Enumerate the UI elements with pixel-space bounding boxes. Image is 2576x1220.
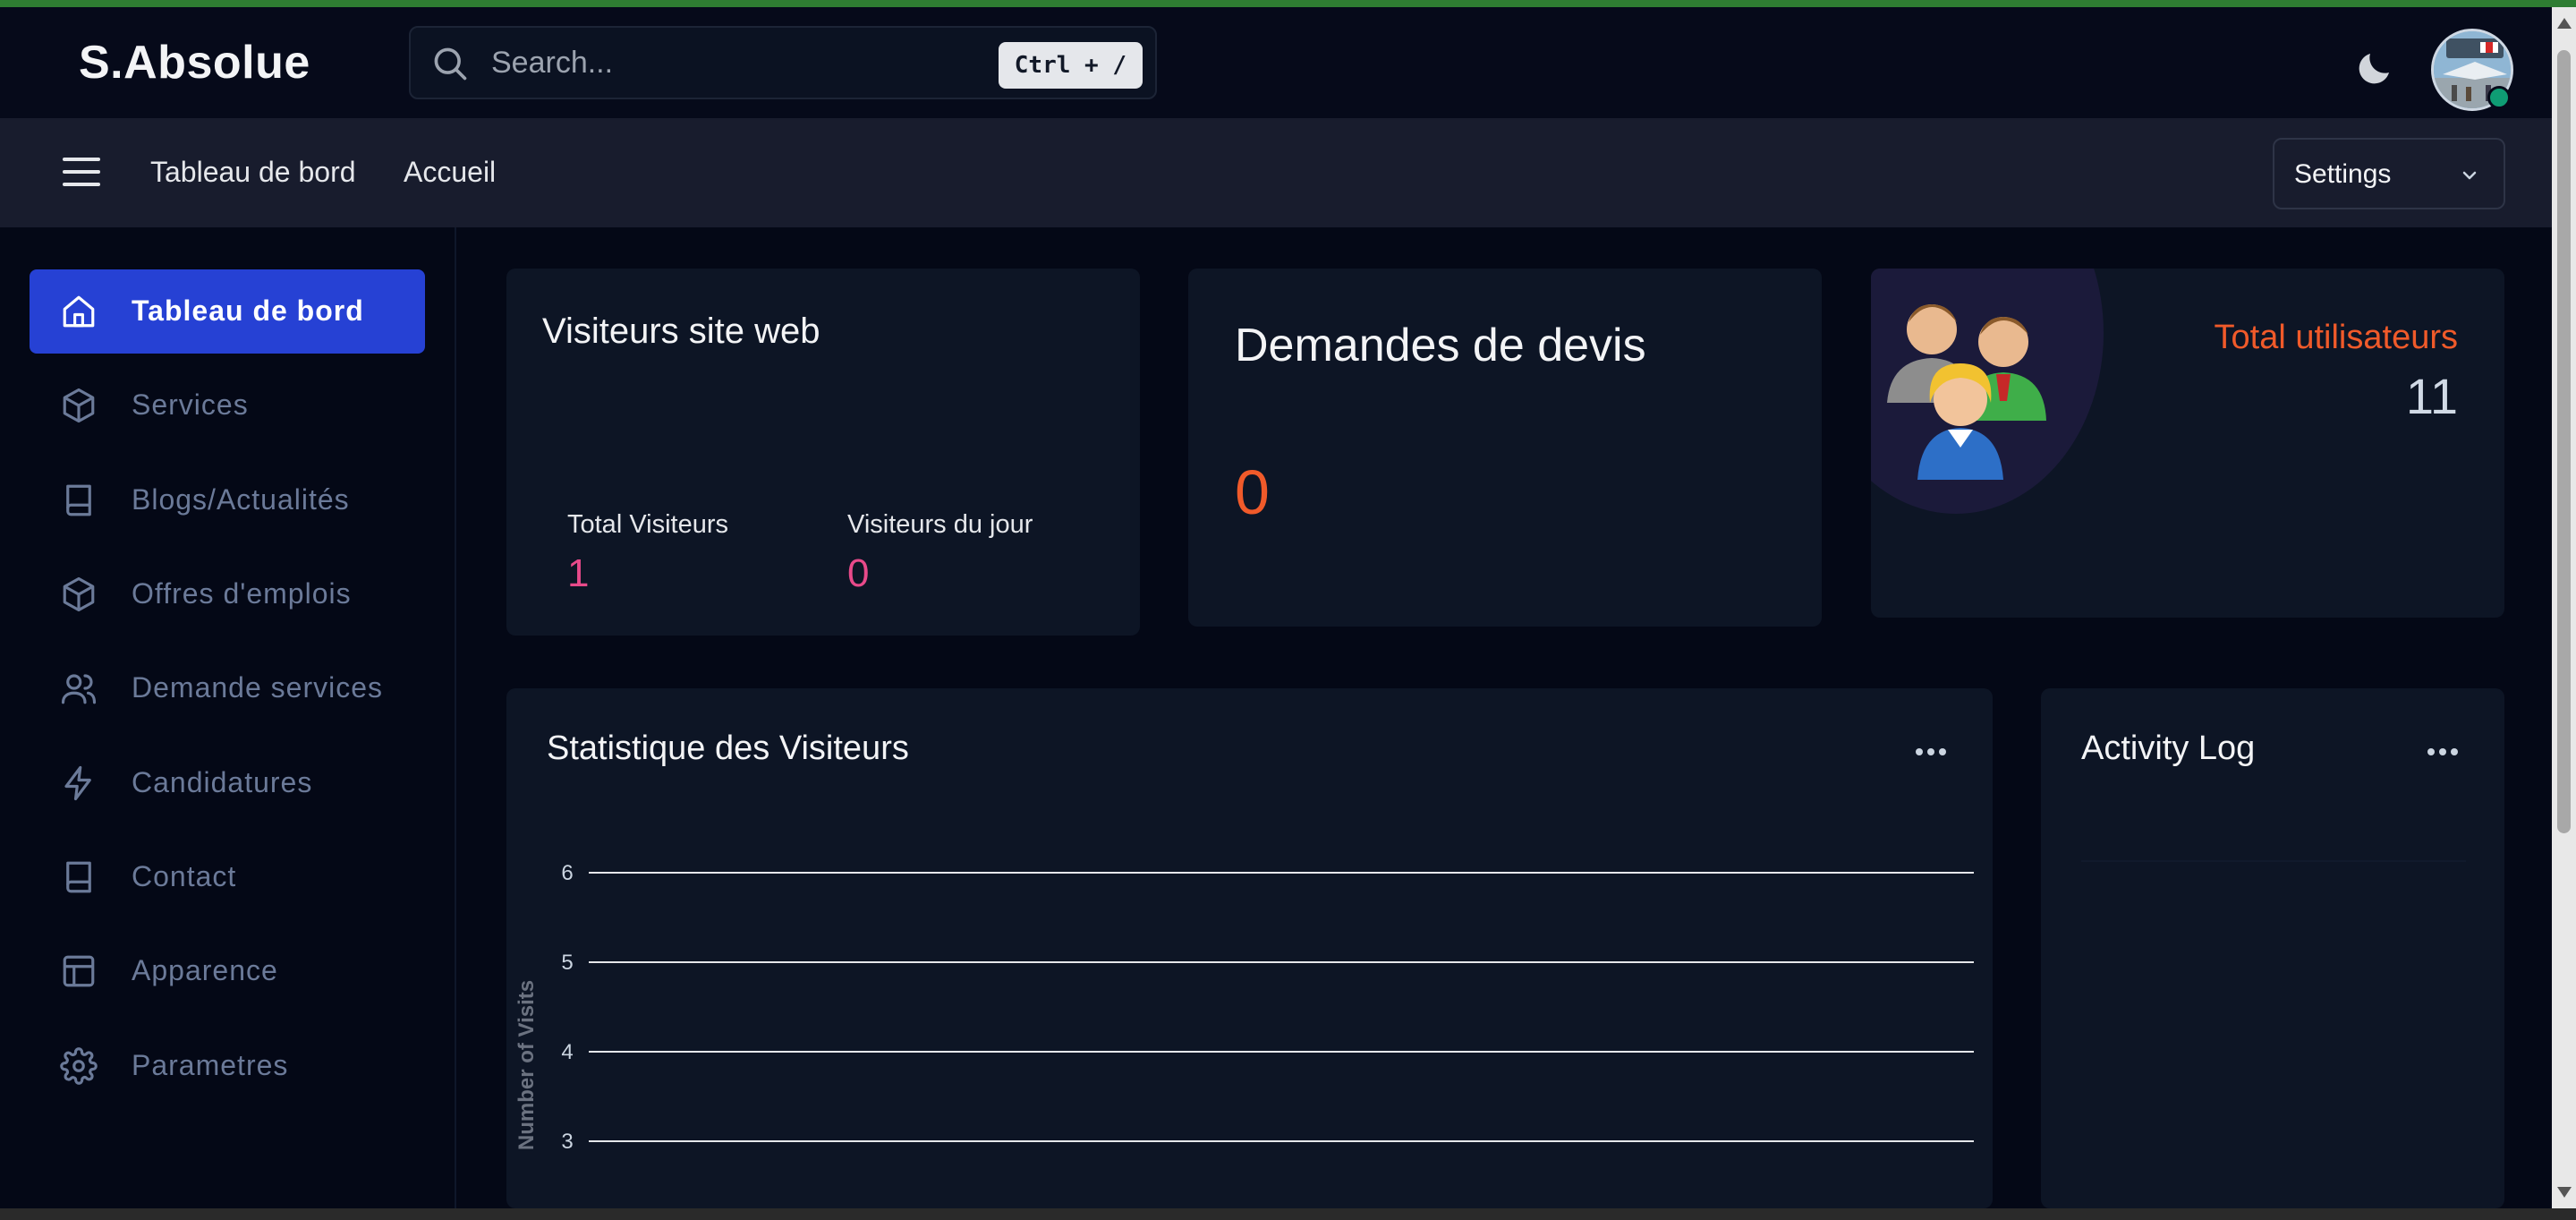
cube-icon bbox=[63, 576, 95, 612]
activity-log-divider bbox=[2081, 860, 2466, 862]
sidebar-item-services[interactable]: Services bbox=[30, 363, 425, 448]
scroll-up-arrow-icon[interactable] bbox=[2557, 18, 2572, 29]
y-tick-label: 4 bbox=[561, 1040, 573, 1064]
daily-visitors-value: 0 bbox=[847, 551, 870, 595]
y-tick-label: 6 bbox=[561, 861, 573, 885]
sidebar-item-label: Offres d'emplois bbox=[132, 577, 352, 610]
more-options-icon[interactable] bbox=[2427, 744, 2463, 755]
sub-header: Tableau de bord Accueil Settings bbox=[0, 118, 2552, 227]
cube-icon bbox=[63, 388, 95, 423]
lightning-icon bbox=[64, 765, 91, 801]
top-header: S.Absolue Ctrl + / bbox=[0, 7, 2552, 118]
sidebar-item-label: Services bbox=[132, 388, 249, 421]
quotes-card: Demandes de devis 0 bbox=[1188, 269, 1822, 627]
total-users-value: 11 bbox=[2405, 368, 2458, 424]
y-tick-label: 3 bbox=[561, 1130, 573, 1154]
chevron-down-icon bbox=[2462, 171, 2477, 180]
visitors-card: Visiteurs site web Total Visiteurs 1 Vis… bbox=[506, 269, 1140, 636]
breadcrumb-dashboard[interactable]: Tableau de bord bbox=[150, 156, 356, 189]
search-shortcut-badge: Ctrl + / bbox=[998, 42, 1143, 89]
book-icon bbox=[66, 861, 91, 893]
scroll-down-arrow-icon[interactable] bbox=[2557, 1187, 2572, 1198]
users-card: Total utilisateurs 11 bbox=[1871, 269, 2504, 618]
sidebar-item-blogs[interactable]: Blogs/Actualités bbox=[30, 458, 425, 542]
scrollbar-thumb[interactable] bbox=[2557, 50, 2571, 833]
visitor-stats-panel: Statistique des Visiteurs 6 5 4 3 Number of … bbox=[506, 688, 1993, 1208]
y-axis-label: Number of Visits bbox=[514, 980, 539, 1150]
sidebar-item-contact[interactable]: Contact bbox=[30, 835, 425, 919]
page-scrollbar[interactable] bbox=[2552, 7, 2576, 1208]
sidebar-item-service-requests[interactable]: Demande services bbox=[30, 646, 425, 730]
activity-log-title: Activity Log bbox=[2081, 729, 2256, 767]
sidebar-item-dashboard[interactable]: Tableau de bord bbox=[30, 269, 425, 354]
sidebar-item-label: Blogs/Actualités bbox=[132, 483, 350, 516]
sidebar: Tableau de bord Services Blogs/Actualité… bbox=[0, 227, 456, 1208]
sidebar-item-appearance[interactable]: Apparence bbox=[30, 929, 425, 1013]
sidebar-item-label: Candidatures bbox=[132, 766, 313, 798]
sidebar-item-settings[interactable]: Parametres bbox=[30, 1024, 425, 1108]
menu-toggle-icon[interactable] bbox=[63, 158, 100, 188]
total-visitors-value: 1 bbox=[567, 551, 590, 595]
quotes-card-title: Demandes de devis bbox=[1235, 320, 1646, 371]
bottom-edge bbox=[0, 1208, 2576, 1220]
users-group-icon bbox=[1887, 304, 2046, 480]
total-users-label: Total utilisateurs bbox=[2214, 319, 2458, 356]
sidebar-item-label: Contact bbox=[132, 860, 237, 892]
brand-logo[interactable]: S.Absolue bbox=[79, 36, 310, 90]
sidebar-item-job-offers[interactable]: Offres d'emplois bbox=[30, 552, 425, 636]
sidebar-item-label: Demande services bbox=[132, 671, 383, 704]
users-icon bbox=[61, 674, 97, 704]
breadcrumb-home[interactable]: Accueil bbox=[404, 156, 496, 189]
sidebar-item-label: Apparence bbox=[132, 954, 278, 986]
moon-icon[interactable] bbox=[2353, 47, 2396, 90]
sidebar-item-label: Tableau de bord bbox=[132, 294, 364, 327]
search-icon bbox=[434, 47, 467, 81]
y-tick-label: 5 bbox=[561, 951, 573, 975]
home-icon bbox=[63, 295, 95, 328]
book-icon bbox=[66, 484, 91, 516]
visitors-card-title: Visiteurs site web bbox=[542, 311, 820, 351]
settings-dropdown[interactable]: Settings bbox=[2273, 138, 2505, 209]
browser-top-accent bbox=[0, 0, 2576, 7]
layout-icon bbox=[63, 955, 95, 987]
sidebar-item-label: Parametres bbox=[132, 1049, 289, 1081]
search-input[interactable] bbox=[491, 28, 1028, 98]
sidebar-item-applications[interactable]: Candidatures bbox=[30, 741, 425, 825]
daily-visitors-label: Visiteurs du jour bbox=[847, 510, 1033, 539]
quotes-count: 0 bbox=[1235, 457, 1270, 527]
activity-log-panel: Activity Log bbox=[2041, 688, 2504, 1208]
visits-chart: 6 5 4 3 Number of Visits bbox=[514, 861, 1974, 1154]
total-visitors-label: Total Visiteurs bbox=[567, 510, 728, 539]
search-box[interactable]: Ctrl + / bbox=[409, 26, 1157, 99]
gear-icon bbox=[60, 1047, 98, 1085]
settings-label: Settings bbox=[2294, 159, 2392, 189]
online-status-dot bbox=[2487, 86, 2511, 109]
